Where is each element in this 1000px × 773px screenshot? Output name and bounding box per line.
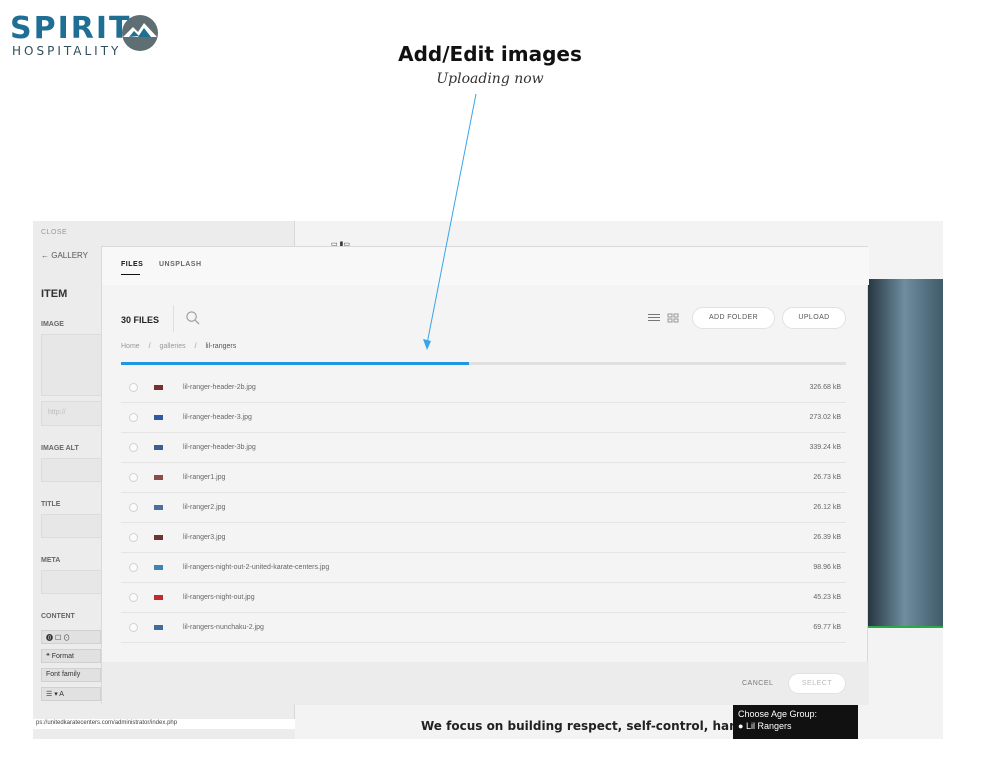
- age-group-panel[interactable]: Choose Age Group: ● Lil Rangers: [733, 704, 858, 739]
- list-view-icon[interactable]: [648, 313, 660, 323]
- file-thumbnail: [154, 475, 163, 480]
- item-title: ITEM: [41, 288, 68, 300]
- file-row[interactable]: lil-ranger1.jpg 26.73 kB: [121, 463, 846, 493]
- file-name: lil-ranger-header-3.jpg: [183, 414, 252, 421]
- spirit-hospitality-logo: SPIRIT HOSPITALITY: [10, 11, 132, 59]
- file-thumbnail: [154, 565, 163, 570]
- file-row[interactable]: lil-ranger2.jpg 26.12 kB: [121, 493, 846, 523]
- file-row[interactable]: lil-ranger-header-2b.jpg 326.68 kB: [121, 373, 846, 403]
- grid-view-icon[interactable]: [667, 313, 679, 323]
- breadcrumb-galleries[interactable]: galleries: [160, 343, 186, 350]
- file-name: lil-rangers-night-out-2-united-karate-ce…: [183, 564, 330, 571]
- file-thumbnail: [154, 625, 163, 630]
- upload-progress-track: [121, 362, 846, 365]
- file-size: 26.12 kB: [813, 504, 841, 511]
- file-size: 339.24 kB: [809, 444, 841, 451]
- file-row[interactable]: lil-rangers-night-out.jpg 45.23 kB: [121, 583, 846, 613]
- editor-toolbar-icons[interactable]: ⓿ ☐ ⊙: [41, 630, 101, 644]
- file-name: lil-ranger-header-3b.jpg: [183, 444, 256, 451]
- media-manager-modal: FILES UNSPLASH 30 FILES ADD FOLDER UPLOA…: [101, 246, 869, 705]
- file-name: lil-rangers-night-out.jpg: [183, 594, 255, 601]
- preview-photo: [866, 279, 943, 628]
- quote-icon: ❝: [46, 653, 50, 660]
- tab-unsplash[interactable]: UNSPLASH: [159, 261, 202, 268]
- logo-top-text: SPIRIT: [10, 11, 132, 46]
- file-select-radio[interactable]: [129, 623, 138, 632]
- font-family-dropdown[interactable]: Font family: [41, 668, 101, 682]
- file-name: lil-rangers-nunchaku-2.jpg: [183, 624, 264, 631]
- upload-progress-fill: [121, 362, 469, 365]
- file-size: 69.77 kB: [813, 624, 841, 631]
- file-select-radio[interactable]: [129, 443, 138, 452]
- file-select-radio[interactable]: [129, 473, 138, 482]
- search-icon[interactable]: [185, 310, 200, 325]
- tab-files[interactable]: FILES: [121, 261, 143, 268]
- file-size: 26.39 kB: [813, 534, 841, 541]
- logo-bottom-text: HOSPITALITY: [12, 44, 122, 58]
- modal-header: FILES UNSPLASH: [102, 247, 869, 285]
- close-button[interactable]: CLOSE: [41, 229, 67, 236]
- format-label: Format: [51, 653, 74, 660]
- breadcrumb-separator: /: [148, 343, 151, 350]
- file-select-radio[interactable]: [129, 563, 138, 572]
- file-name: lil-ranger3.jpg: [183, 534, 226, 541]
- upload-button[interactable]: UPLOAD: [782, 307, 846, 329]
- age-group-option[interactable]: ● Lil Rangers: [738, 720, 853, 732]
- gallery-back-button[interactable]: ← GALLERY: [41, 251, 88, 260]
- file-select-radio[interactable]: [129, 383, 138, 392]
- font-family-label: Font family: [46, 671, 81, 678]
- page-subline: Uploading now: [436, 71, 544, 87]
- preview-tagline: We focus on building respect, self-contr…: [421, 719, 776, 733]
- arrow-left-icon: ←: [41, 251, 49, 260]
- active-tab-indicator: [121, 274, 140, 275]
- file-list: lil-ranger-header-2b.jpg 326.68 kB lil-ran…: [121, 373, 846, 643]
- file-thumbnail: [154, 445, 163, 450]
- file-row[interactable]: lil-rangers-night-out-2-united-karate-ce…: [121, 553, 846, 583]
- file-name: lil-ranger-header-2b.jpg: [183, 384, 256, 391]
- status-url: ps://unitedkaratecenters.com/administrat…: [33, 719, 295, 729]
- file-thumbnail: [154, 595, 163, 600]
- add-folder-button[interactable]: ADD FOLDER: [692, 307, 775, 329]
- meta-label: META: [41, 557, 61, 564]
- file-size: 26.73 kB: [813, 474, 841, 481]
- cancel-button[interactable]: CANCEL: [742, 680, 773, 687]
- file-select-radio[interactable]: [129, 593, 138, 602]
- gallery-label: GALLERY: [51, 251, 88, 260]
- breadcrumb-separator: /: [194, 343, 197, 350]
- breadcrumb-home[interactable]: Home: [121, 343, 140, 350]
- modal-footer: CANCEL SELECT: [102, 662, 869, 705]
- file-size: 326.68 kB: [809, 384, 841, 391]
- title-label: TITLE: [41, 501, 61, 508]
- file-thumbnail: [154, 505, 163, 510]
- image-label: IMAGE: [41, 321, 64, 328]
- file-select-radio[interactable]: [129, 413, 138, 422]
- mountain-logo-icon: [122, 15, 158, 51]
- file-row[interactable]: lil-ranger-header-3.jpg 273.02 kB: [121, 403, 846, 433]
- file-row[interactable]: lil-ranger-header-3b.jpg 339.24 kB: [121, 433, 846, 463]
- file-row[interactable]: lil-rangers-nunchaku-2.jpg 69.77 kB: [121, 613, 846, 643]
- file-thumbnail: [154, 415, 163, 420]
- preview-green-line: [866, 626, 943, 628]
- breadcrumb-current: lil-rangers: [205, 343, 237, 350]
- image-alt-label: IMAGE ALT: [41, 445, 79, 452]
- select-button[interactable]: SELECT: [788, 673, 846, 694]
- file-thumbnail: [154, 535, 163, 540]
- page-headline: Add/Edit images: [398, 42, 582, 66]
- file-thumbnail: [154, 385, 163, 390]
- list-formatting-toolbar[interactable]: ☰ ▾ A: [41, 687, 101, 701]
- toolbar-divider: [173, 305, 174, 332]
- file-size: 45.23 kB: [813, 594, 841, 601]
- file-size: 273.02 kB: [809, 414, 841, 421]
- file-select-radio[interactable]: [129, 503, 138, 512]
- format-dropdown[interactable]: ❝ Format: [41, 649, 101, 663]
- files-count: 30 FILES: [121, 315, 160, 325]
- file-size: 98.96 kB: [813, 564, 841, 571]
- content-label: CONTENT: [41, 613, 75, 620]
- file-row[interactable]: lil-ranger3.jpg 26.39 kB: [121, 523, 846, 553]
- file-name: lil-ranger1.jpg: [183, 474, 226, 481]
- file-name: lil-ranger2.jpg: [183, 504, 226, 511]
- file-select-radio[interactable]: [129, 533, 138, 542]
- age-group-title: Choose Age Group:: [738, 709, 818, 719]
- breadcrumb: Home / galleries / lil-rangers: [121, 343, 243, 350]
